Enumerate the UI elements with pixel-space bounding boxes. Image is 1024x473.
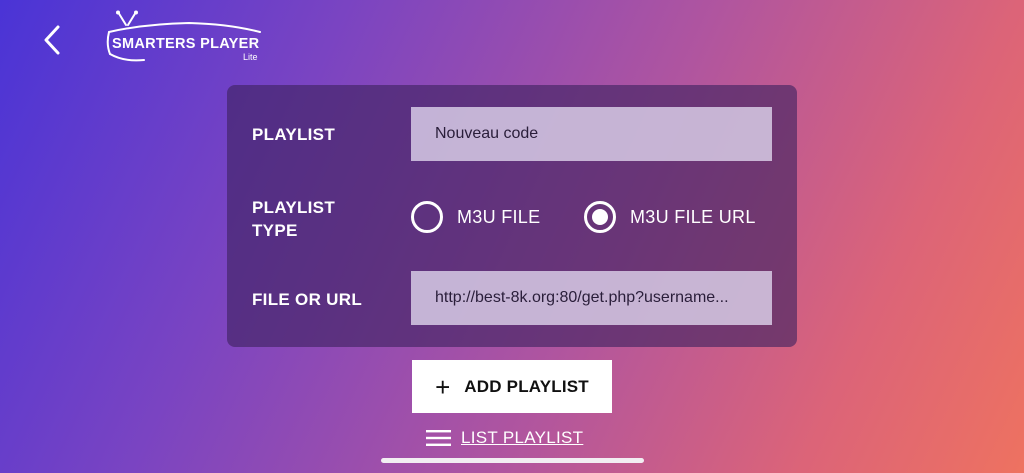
back-button[interactable] — [36, 22, 68, 58]
add-playlist-label: ADD PLAYLIST — [464, 376, 589, 396]
logo-subtitle: Lite — [243, 52, 258, 62]
app-logo: SMARTERS PLAYER Lite — [104, 10, 274, 66]
add-playlist-form: PLAYLIST Nouveau code PLAYLIST TYPE M3U … — [227, 85, 797, 347]
radio-unselected-icon — [411, 201, 443, 233]
add-playlist-button[interactable]: + ADD PLAYLIST — [412, 360, 612, 413]
file-or-url-label: FILE OR URL — [252, 290, 363, 309]
logo-title: SMARTERS PLAYER — [112, 36, 260, 52]
home-indicator[interactable] — [381, 458, 644, 463]
playlist-label: PLAYLIST — [252, 125, 336, 144]
chevron-left-icon — [44, 25, 60, 55]
radio-m3u-file-label: M3U FILE — [457, 206, 541, 227]
radio-m3u-file-url[interactable]: M3U FILE URL — [584, 201, 756, 233]
list-playlist-link[interactable]: LIST PLAYLIST — [426, 428, 583, 448]
file-url-input[interactable]: http://best-8k.org:80/get.php?username..… — [411, 271, 772, 325]
list-playlist-label: LIST PLAYLIST — [461, 428, 584, 447]
playlist-type-label: PLAYLIST TYPE — [252, 196, 335, 242]
radio-m3u-file-url-label: M3U FILE URL — [630, 206, 756, 227]
playlist-name-input[interactable]: Nouveau code — [411, 107, 772, 161]
radio-m3u-file[interactable]: M3U FILE — [411, 201, 540, 233]
plus-icon: + — [435, 371, 451, 402]
playlist-type-label-line1: PLAYLIST — [252, 198, 336, 217]
radio-selected-icon — [584, 201, 616, 233]
menu-icon — [426, 430, 451, 446]
playlist-type-label-line2: TYPE — [252, 221, 298, 240]
